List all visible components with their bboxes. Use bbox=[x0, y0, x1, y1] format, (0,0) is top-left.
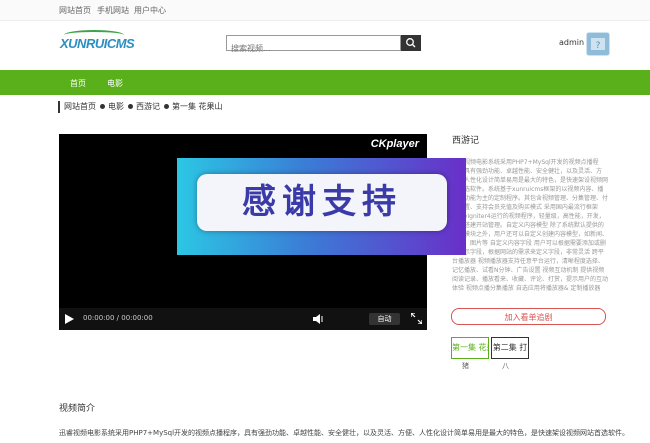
main-nav: 首页 电影 bbox=[0, 70, 650, 95]
series-title: 西游记 bbox=[452, 136, 480, 146]
username[interactable]: admin bbox=[559, 38, 584, 47]
quality-auto-button[interactable]: 自动 bbox=[369, 313, 400, 325]
banner-text: 感谢支持 bbox=[197, 174, 447, 231]
thanks-banner: 感谢支持 bbox=[177, 158, 466, 255]
fullscreen-icon[interactable] bbox=[411, 313, 422, 324]
site-logo[interactable]: XUNRUICMS bbox=[60, 30, 135, 51]
player-time: 00:00:00 / 00:00:00 bbox=[83, 314, 153, 322]
player-brand: CKplayer bbox=[370, 138, 419, 150]
breadcrumb-dot bbox=[128, 103, 133, 109]
add-to-watchlist-button[interactable]: 加入看单追剧 bbox=[451, 308, 606, 325]
player-control-bar: 00:00:00 / 00:00:00 自动 bbox=[59, 308, 427, 330]
search-input[interactable] bbox=[227, 41, 400, 56]
play-icon[interactable] bbox=[64, 314, 74, 324]
breadcrumb-dot bbox=[100, 103, 105, 109]
breadcrumb-home[interactable]: 网站首页 bbox=[64, 102, 96, 111]
avatar[interactable]: ? bbox=[586, 32, 610, 56]
search-button[interactable] bbox=[401, 35, 421, 51]
breadcrumb-episode: 第一集 花果山 bbox=[172, 102, 223, 111]
search-box bbox=[226, 35, 401, 56]
episode-label-extra-2: 八 bbox=[502, 362, 509, 370]
top-link-user-center[interactable]: 用户中心 bbox=[134, 5, 166, 16]
search-icon bbox=[406, 38, 416, 48]
series-description: 迅睿视频电影系统采用PHP7+MySql开发的视频点播程序，具有强劲功能、卓越性… bbox=[452, 159, 609, 292]
breadcrumb-dot bbox=[164, 103, 169, 109]
breadcrumb: 网站首页 电影 西游记 第一集 花果山 bbox=[58, 101, 223, 113]
breadcrumb-series[interactable]: 西游记 bbox=[136, 102, 160, 111]
avatar-placeholder-icon: ? bbox=[591, 38, 605, 51]
episode-button-2[interactable]: 第二集 打 bbox=[491, 337, 529, 359]
intro-text: 迅睿视频电影系统采用PHP7+MySql开发的视频点播程序，具有强劲功能、卓越性… bbox=[59, 429, 630, 437]
top-links-bar: 网站首页 手机网站 用户中心 bbox=[0, 0, 650, 21]
nav-item-movies[interactable]: 电影 bbox=[107, 78, 123, 89]
episode-button-1[interactable]: 第一集 花果山 bbox=[451, 337, 489, 359]
svg-text:?: ? bbox=[596, 41, 601, 51]
nav-item-home[interactable]: 首页 bbox=[70, 78, 86, 89]
top-link-mobile[interactable]: 手机网站 bbox=[97, 5, 129, 16]
top-link-home[interactable]: 网站首页 bbox=[59, 5, 91, 16]
breadcrumb-movies[interactable]: 电影 bbox=[108, 102, 124, 111]
volume-icon[interactable] bbox=[313, 314, 325, 324]
intro-title: 视频简介 bbox=[59, 404, 96, 414]
episode-label-extra-1: 猪 bbox=[462, 362, 469, 370]
logo-swoosh bbox=[64, 30, 124, 40]
